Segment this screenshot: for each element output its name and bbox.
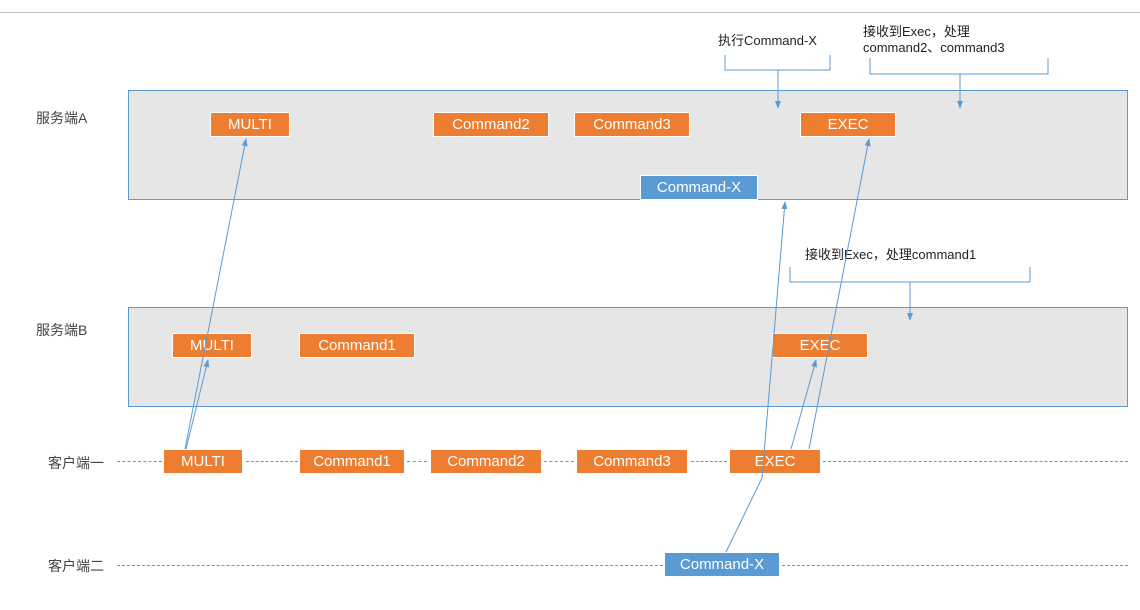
client1-line-seg	[246, 461, 298, 462]
annot-exec-cmdx: 执行Command-X	[718, 33, 817, 49]
server-b-command1: Command1	[299, 333, 415, 358]
client2-line-seg1	[117, 565, 663, 566]
client2-command-x: Command-X	[664, 552, 780, 577]
top-divider	[0, 12, 1140, 13]
server-a-command-x: Command-X	[640, 175, 758, 200]
client1-label: 客户端一	[48, 453, 104, 473]
client1-line-seg	[544, 461, 574, 462]
server-a-exec: EXEC	[800, 112, 896, 137]
server-a-command3: Command3	[574, 112, 690, 137]
server-b-multi: MULTI	[172, 333, 252, 358]
server-b-exec: EXEC	[772, 333, 868, 358]
server-a-command2: Command2	[433, 112, 549, 137]
client1-command2: Command2	[430, 449, 542, 474]
client2-label: 客户端二	[48, 556, 104, 576]
client2-line-seg2	[782, 565, 1128, 566]
annot-recv-exec-23: 接收到Exec，处理 command2、command3	[863, 24, 1005, 56]
client1-line-seg	[823, 461, 1128, 462]
server-a-box	[128, 90, 1128, 200]
client1-command3: Command3	[576, 449, 688, 474]
server-b-label: 服务端B	[36, 320, 87, 340]
client1-multi: MULTI	[163, 449, 243, 474]
diagram-canvas: 服务端A 服务端B 客户端一 客户端二 MULTI Command2 Comma…	[0, 0, 1140, 610]
client1-command1: Command1	[299, 449, 405, 474]
annot-recv-exec-1: 接收到Exec，处理command1	[805, 247, 976, 263]
client1-exec: EXEC	[729, 449, 821, 474]
client1-line-seg	[691, 461, 727, 462]
server-b-box	[128, 307, 1128, 407]
server-a-label: 服务端A	[36, 108, 87, 128]
client1-line-seg	[407, 461, 427, 462]
client1-line-seg	[117, 461, 162, 462]
server-a-multi: MULTI	[210, 112, 290, 137]
